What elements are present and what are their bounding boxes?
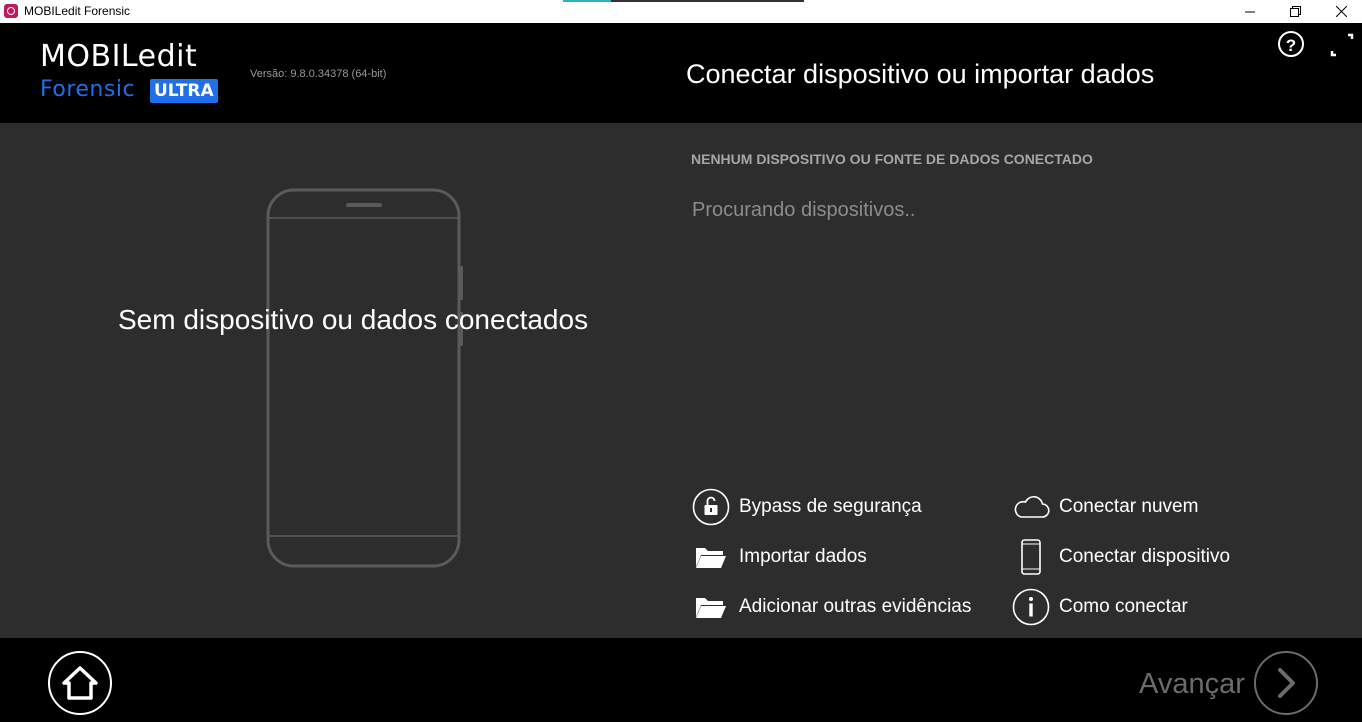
window-title: MOBILedit Forensic [24,4,131,18]
unlock-icon [691,487,731,527]
logo-badge: ULTRA [150,79,218,103]
info-icon [1011,587,1051,627]
version-label: Versão: 9.8.0.34378 (64-bit) [250,68,387,80]
restore-icon [1289,6,1301,17]
import-data-label: Importar dados [739,546,867,567]
how-to-connect-button[interactable]: Como conectar [1011,587,1188,627]
help-button[interactable]: ? [1278,31,1304,57]
connect-cloud-button[interactable]: Conectar nuvem [1011,487,1198,527]
add-evidence-label: Adicionar outras evidências [739,596,972,617]
page-title: Conectar dispositivo ou importar dados [686,59,1155,89]
connection-status-title: NENHUM DISPOSITIVO OU FONTE DE DADOS CON… [691,151,1093,167]
smartphone-icon [1011,537,1051,577]
minimize-button[interactable] [1227,0,1273,23]
folder-open-icon [691,587,731,627]
bypass-security-label: Bypass de segurança [739,496,922,517]
fullscreen-button[interactable] [1328,31,1356,59]
connect-device-button[interactable]: Conectar dispositivo [1011,537,1230,577]
app-icon [4,4,18,18]
chevron-right-icon [1278,668,1295,698]
app-header: MOBILedit Forensic ULTRA Versão: 9.8.0.3… [0,23,1362,123]
phone-illustration-icon [266,188,463,568]
minimize-icon [1245,11,1255,12]
next-label: Avançar [1139,668,1245,700]
app-footer: Avançar [0,638,1362,722]
import-data-button[interactable]: Importar dados [691,537,867,577]
cloud-icon [1011,487,1051,527]
search-status-text: Procurando dispositivos.. [692,199,916,221]
connect-cloud-label: Conectar nuvem [1059,496,1199,517]
add-evidence-button[interactable]: Adicionar outras evidências [691,587,971,627]
close-icon [1335,6,1347,17]
logo-sub: Forensic [40,77,136,102]
no-device-message: Sem dispositivo ou dados conectados [118,304,589,335]
main-area: Sem dispositivo ou dados conectados NENH… [0,123,1362,638]
window-titlebar: MOBILedit Forensic [0,0,1362,23]
close-button[interactable] [1318,0,1362,23]
home-button[interactable] [48,651,112,715]
next-button[interactable] [1254,651,1318,715]
fullscreen-icon [1330,33,1354,57]
logo-main: MOBILedit [40,39,198,74]
home-icon [62,666,98,700]
restore-button[interactable] [1272,0,1318,23]
titlebar-accent [563,0,804,2]
connect-device-label: Conectar dispositivo [1059,546,1231,567]
how-to-connect-label: Como conectar [1059,596,1188,617]
folder-open-icon [691,537,731,577]
bypass-security-button[interactable]: Bypass de segurança [691,487,922,527]
